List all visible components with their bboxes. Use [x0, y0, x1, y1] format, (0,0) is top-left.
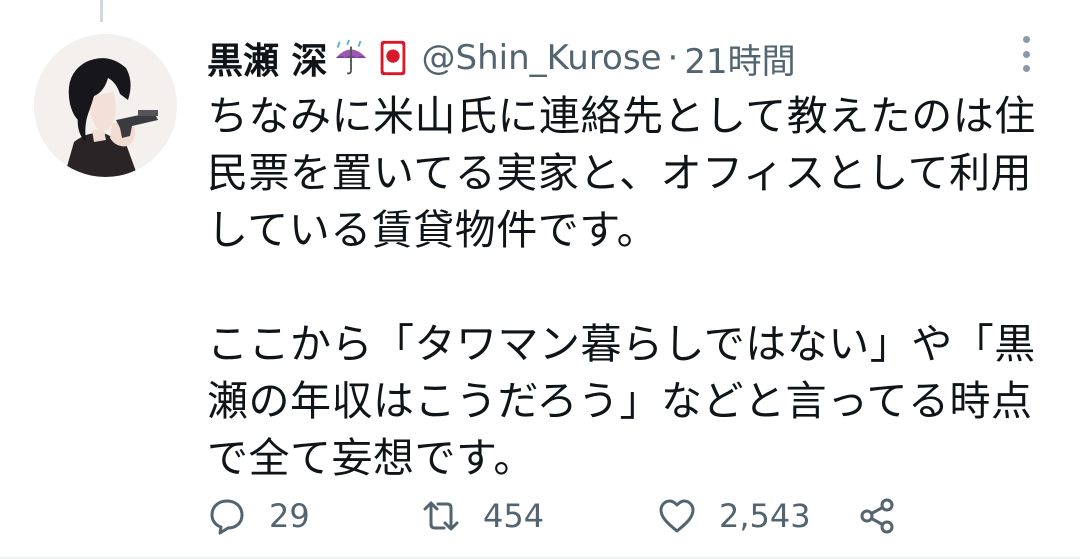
heart-icon: [659, 499, 695, 533]
tweet-timestamp[interactable]: 21時間: [684, 34, 795, 83]
tweet-line: している賃貸物件です。: [207, 206, 659, 254]
tweet-line: ここから「タワマン暮らしではない」や「黒: [207, 320, 1036, 368]
author-display-name[interactable]: 黒瀬 深: [207, 32, 328, 84]
header-separator: ·: [667, 38, 679, 78]
author-handle[interactable]: @Shin_Kurose: [422, 38, 662, 78]
tweet-action-bar: 29 454 2,543: [207, 494, 967, 538]
tweet-header: 黒瀬 深 @Shin_Kurose · 21時間: [207, 28, 796, 88]
more-options-icon[interactable]: [1014, 36, 1038, 72]
share-button[interactable]: [857, 494, 897, 538]
umbrella-rain-icon: [332, 39, 370, 77]
retweet-icon: [423, 501, 459, 531]
avatar[interactable]: [34, 34, 177, 177]
like-button[interactable]: 2,543: [657, 494, 811, 538]
share-icon: [860, 498, 894, 534]
thread-connector-line: [100, 0, 103, 22]
tweet-line: 瀬の年収はこうだろう」などと言ってる時点: [207, 377, 1033, 425]
retweet-count: 454: [483, 497, 545, 535]
reply-button[interactable]: 29: [207, 494, 310, 538]
tweet-line: 民票を置いてる実家と、オフィスとして利用: [207, 149, 1033, 197]
avatar-illustration: [34, 34, 177, 177]
tweet-body: ちなみに米山氏に連絡先として教えたのは住 民票を置いてる実家と、オフィスとして利…: [207, 88, 1067, 487]
japan-flag-card-icon: [374, 39, 412, 77]
reply-count: 29: [269, 497, 310, 535]
like-count: 2,543: [719, 497, 811, 535]
tweet-blank-line: [207, 259, 1067, 316]
reply-icon: [210, 499, 244, 535]
retweet-button[interactable]: 454: [421, 494, 544, 538]
tweet-line: で全て妄想です。: [207, 434, 535, 482]
tweet-line: ちなみに米山氏に連絡先として教えたのは住: [207, 92, 1036, 140]
